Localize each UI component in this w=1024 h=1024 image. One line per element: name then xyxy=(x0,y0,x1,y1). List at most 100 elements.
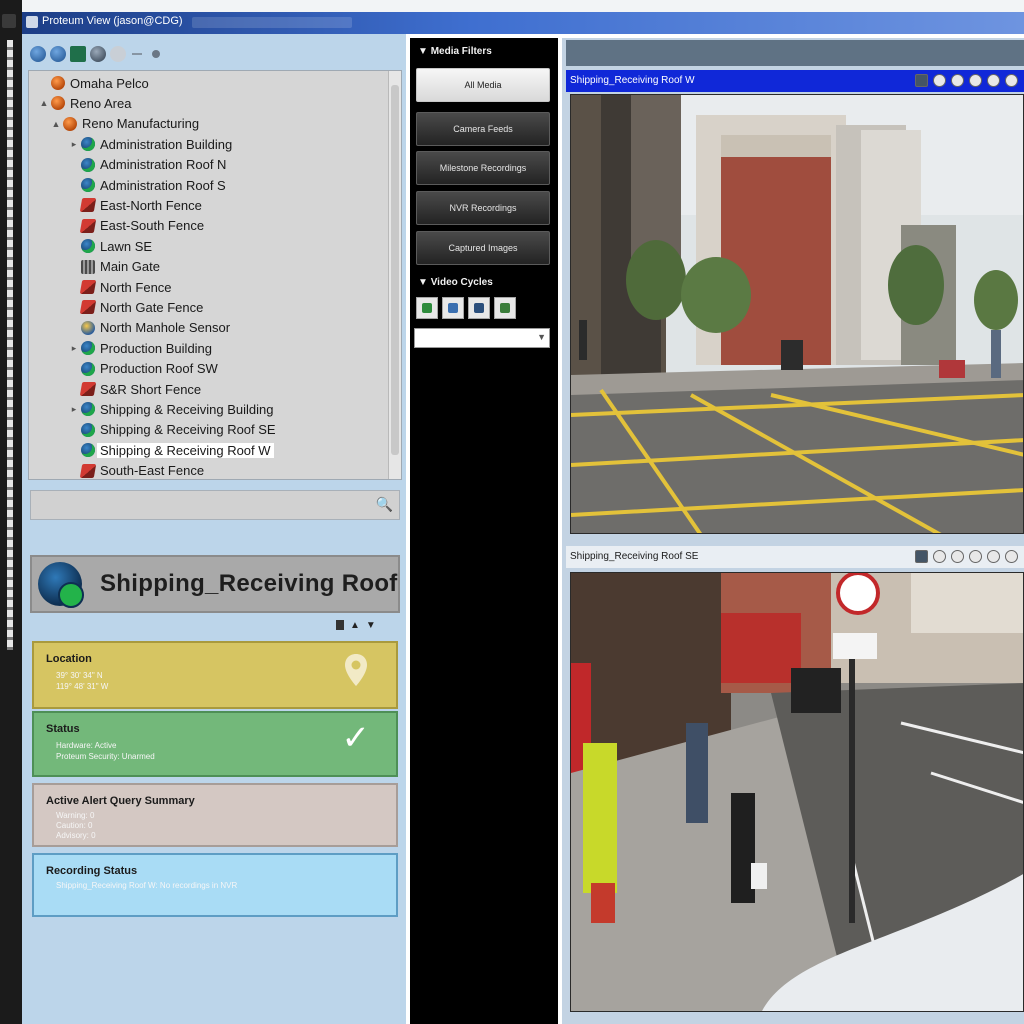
video-feed-roof-se[interactable] xyxy=(570,572,1024,1012)
info-icon[interactable] xyxy=(110,46,126,62)
tree-expander-icon[interactable]: ▸ xyxy=(69,343,79,354)
location-pin-icon xyxy=(345,654,367,686)
device-tree[interactable]: Omaha Pelco ▲ Reno Area ▲ Reno Manufacturing… xyxy=(28,70,402,480)
tree-expander-icon[interactable]: ▸ xyxy=(69,139,79,150)
tree-item[interactable]: ▸ Administration Building xyxy=(69,134,233,154)
tree-expander-icon[interactable]: ▲ xyxy=(39,98,49,108)
tree-item-label: North Gate Fence xyxy=(100,299,204,315)
cycle-edit-icon[interactable] xyxy=(442,297,464,319)
fullscreen-icon[interactable] xyxy=(987,74,1000,87)
ptz-icon[interactable] xyxy=(933,74,946,87)
tree-item[interactable]: ▲ Reno Manufacturing xyxy=(51,114,200,134)
tree-expander-icon[interactable]: ▲ xyxy=(51,119,61,129)
video-pane-title: Shipping_Receiving Roof W xyxy=(570,75,695,86)
tree-item[interactable]: ▲ Reno Area xyxy=(39,93,132,113)
video-pane-header[interactable]: Shipping_Receiving Roof SE xyxy=(566,546,1024,568)
tree-item[interactable]: South-East Fence xyxy=(69,461,204,479)
tree-item[interactable]: Administration Roof N xyxy=(69,155,226,175)
recording-line: Shipping_Receiving Roof W: No recordings… xyxy=(56,881,238,890)
checkmark-icon: ✓ xyxy=(341,719,371,757)
settings-icon[interactable] xyxy=(90,46,106,62)
info-icon[interactable] xyxy=(969,74,982,87)
location-card: Location 39° 30' 34" N 119° 48' 31" W xyxy=(32,641,398,709)
globe-icon[interactable] xyxy=(30,46,46,62)
site-icon xyxy=(51,76,65,90)
search-icon[interactable]: 🔍 xyxy=(376,496,393,513)
tree-item-label: Production Roof SW xyxy=(100,361,218,377)
tree-item-label: East-South Fence xyxy=(100,218,205,234)
fence-icon xyxy=(79,300,97,315)
video-feed-roof-w[interactable] xyxy=(570,94,1024,534)
tree-item[interactable]: East-South Fence xyxy=(69,216,204,236)
desktop-scroll-strip xyxy=(7,40,13,650)
refresh-icon[interactable] xyxy=(50,46,66,62)
video-pane-header[interactable]: Shipping_Receiving Roof W xyxy=(566,70,1024,92)
chevron-down-icon[interactable]: ▼ xyxy=(537,332,546,342)
tree-item[interactable]: Shipping & Receiving Roof W xyxy=(69,440,274,460)
info-icon[interactable] xyxy=(969,550,982,563)
window-title-bar[interactable]: Proteum View (jason@CDG) xyxy=(22,12,1024,34)
tree-item[interactable]: East-North Fence xyxy=(69,195,202,215)
tree-item[interactable]: Omaha Pelco xyxy=(39,73,149,93)
close-icon[interactable] xyxy=(1005,550,1018,563)
tree-item[interactable]: North Fence xyxy=(69,277,172,297)
tree-item[interactable]: ▸ Shipping & Receiving Building xyxy=(69,399,274,419)
move-up-icon[interactable]: ▲ xyxy=(350,620,360,631)
filter-all-media-button[interactable]: All Media xyxy=(416,68,550,102)
ptz-icon[interactable] xyxy=(933,550,946,563)
record-icon[interactable] xyxy=(951,550,964,563)
title-bar-menu[interactable] xyxy=(192,17,352,28)
media-filters-title: ▼ Media Filters xyxy=(418,46,492,57)
street-pavement-image xyxy=(571,573,1023,1011)
cycle-save-icon[interactable] xyxy=(468,297,490,319)
camera-icon xyxy=(81,361,95,376)
tree-item[interactable]: Shipping & Receiving Roof SE xyxy=(69,420,276,440)
filter-milestone-recordings-button[interactable]: Milestone Recordings xyxy=(416,151,550,185)
tree-item-label: North Fence xyxy=(100,279,172,295)
collapse-icon[interactable]: ▼ xyxy=(366,620,376,631)
site-icon xyxy=(51,96,65,111)
fence-icon xyxy=(79,463,97,478)
tree-item[interactable]: ▸ Production Building xyxy=(69,338,212,358)
tree-item[interactable]: Administration Roof S xyxy=(69,175,226,195)
filter-captured-images-button[interactable]: Captured Images xyxy=(416,231,550,265)
fullscreen-icon[interactable] xyxy=(987,550,1000,563)
camera-icon xyxy=(81,341,95,356)
pin-icon[interactable] xyxy=(336,620,344,630)
camera-icon xyxy=(81,137,95,152)
filter-camera-feeds-button[interactable]: Camera Feeds xyxy=(416,112,550,146)
video-pane-controls xyxy=(915,74,1018,87)
filter-nvr-recordings-button[interactable]: NVR Recordings xyxy=(416,191,550,225)
camera-icon xyxy=(81,422,95,437)
tree-item-label: Reno Manufacturing xyxy=(82,116,200,132)
tree-item-label: Main Gate xyxy=(100,259,160,275)
tree-item[interactable]: Lawn SE xyxy=(69,236,152,256)
chevron-down-icon[interactable] xyxy=(152,50,160,58)
tree-expander-icon[interactable]: ▸ xyxy=(69,404,79,415)
snapshot-icon[interactable] xyxy=(915,74,928,87)
video-toolbar xyxy=(566,40,1024,66)
gate-icon xyxy=(81,259,95,274)
tree-item[interactable]: Main Gate xyxy=(69,257,160,277)
status-hardware: Hardware: Active xyxy=(56,741,117,750)
search-input[interactable]: 🔍 xyxy=(30,490,400,520)
cycle-delete-icon[interactable] xyxy=(494,297,516,319)
tree-item[interactable]: North Gate Fence xyxy=(69,297,203,317)
tree-item-label: S&R Short Fence xyxy=(100,381,202,397)
video-pane-controls xyxy=(915,550,1018,563)
record-icon[interactable] xyxy=(951,74,964,87)
video-cycle-select[interactable]: ▼ xyxy=(414,328,550,348)
tree-scroll-thumb[interactable] xyxy=(391,85,399,455)
camera-icon xyxy=(81,443,95,458)
tree-item[interactable]: North Manhole Sensor xyxy=(69,318,230,338)
tree-toolbar xyxy=(28,40,400,68)
cycle-add-icon[interactable] xyxy=(416,297,438,319)
tree-item[interactable]: S&R Short Fence xyxy=(69,379,201,399)
map-icon[interactable] xyxy=(70,46,86,62)
close-icon[interactable] xyxy=(1005,74,1018,87)
tree-item[interactable]: Production Roof SW xyxy=(69,359,218,379)
tree-item-label: Shipping & Receiving Building xyxy=(100,401,274,417)
tree-scrollbar[interactable] xyxy=(388,71,401,479)
snapshot-icon[interactable] xyxy=(915,550,928,563)
alert-summary-card: Active Alert Query Summary Warning: 0 Ca… xyxy=(32,783,398,847)
